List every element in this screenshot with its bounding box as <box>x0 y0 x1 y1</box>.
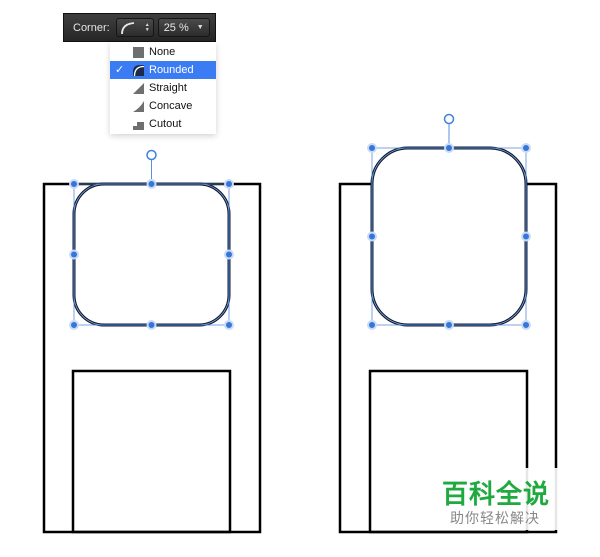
cutout-corner-icon <box>133 121 144 130</box>
none-corner-icon <box>133 46 144 58</box>
right-resize-handle[interactable] <box>367 143 377 153</box>
left-resize-handle[interactable] <box>224 249 234 260</box>
left-resize-handle[interactable] <box>146 179 157 189</box>
menu-item-rounded[interactable]: ✓ Rounded <box>110 61 216 79</box>
watermark: 百科全说 助你轻松解决 <box>428 468 568 530</box>
menu-item-none[interactable]: None <box>110 43 216 61</box>
left-inner-frame[interactable] <box>71 369 232 534</box>
right-resize-handle[interactable] <box>521 231 531 242</box>
straight-corner-icon <box>133 82 144 94</box>
menu-item-label: None <box>149 46 176 58</box>
right-resize-handle[interactable] <box>521 143 531 153</box>
watermark-subtitle: 助你轻松解决 <box>450 511 540 527</box>
left-resize-handle[interactable] <box>224 320 234 330</box>
menu-item-label: Rounded <box>149 64 194 76</box>
right-resize-handle[interactable] <box>367 231 377 242</box>
left-rotation-handle[interactable] <box>146 149 157 161</box>
rounded-corner-icon <box>133 64 145 76</box>
right-resize-handle[interactable] <box>444 320 454 330</box>
stepper-arrows[interactable]: ▲ ▼ <box>145 22 150 33</box>
corner-radius-select[interactable]: 25 % ▼ <box>157 18 210 37</box>
right-rounded-shape[interactable] <box>370 146 528 327</box>
menu-item-label: Concave <box>149 100 193 112</box>
menu-item-straight[interactable]: Straight <box>110 79 216 97</box>
concave-corner-icon <box>133 100 144 112</box>
menu-item-concave[interactable]: Concave <box>110 97 216 115</box>
right-resize-handle[interactable] <box>367 320 377 330</box>
left-resize-handle[interactable] <box>69 249 79 260</box>
right-resize-handle[interactable] <box>444 143 454 153</box>
checkmark-icon: ✓ <box>115 64 125 76</box>
right-resize-handle[interactable] <box>521 320 531 330</box>
left-resize-handle[interactable] <box>224 179 234 189</box>
menu-item-label: Straight <box>149 82 187 94</box>
right-rotation-handle[interactable] <box>443 113 455 125</box>
chevron-down-icon: ▼ <box>196 24 204 31</box>
corner-radius-value: 25 % <box>163 21 189 34</box>
rounded-corner-icon <box>120 21 134 34</box>
watermark-title: 百科全说 <box>442 480 551 510</box>
left-resize-handle[interactable] <box>146 320 157 330</box>
left-resize-handle[interactable] <box>69 320 79 330</box>
stepper-down-icon[interactable]: ▼ <box>145 27 150 33</box>
menu-item-cutout[interactable]: Cutout <box>110 115 216 133</box>
left-rounded-shape[interactable] <box>72 182 231 327</box>
corner-style-menu: None ✓ Rounded Straight Concave Cutout <box>110 42 216 134</box>
corner-label: Corner: <box>73 21 110 34</box>
corner-toolbar: Corner: ▲ ▼ 25 % ▼ <box>63 13 216 42</box>
left-resize-handle[interactable] <box>69 179 79 189</box>
menu-item-label: Cutout <box>149 118 182 130</box>
corner-style-stepper[interactable]: ▲ ▼ <box>115 18 154 37</box>
